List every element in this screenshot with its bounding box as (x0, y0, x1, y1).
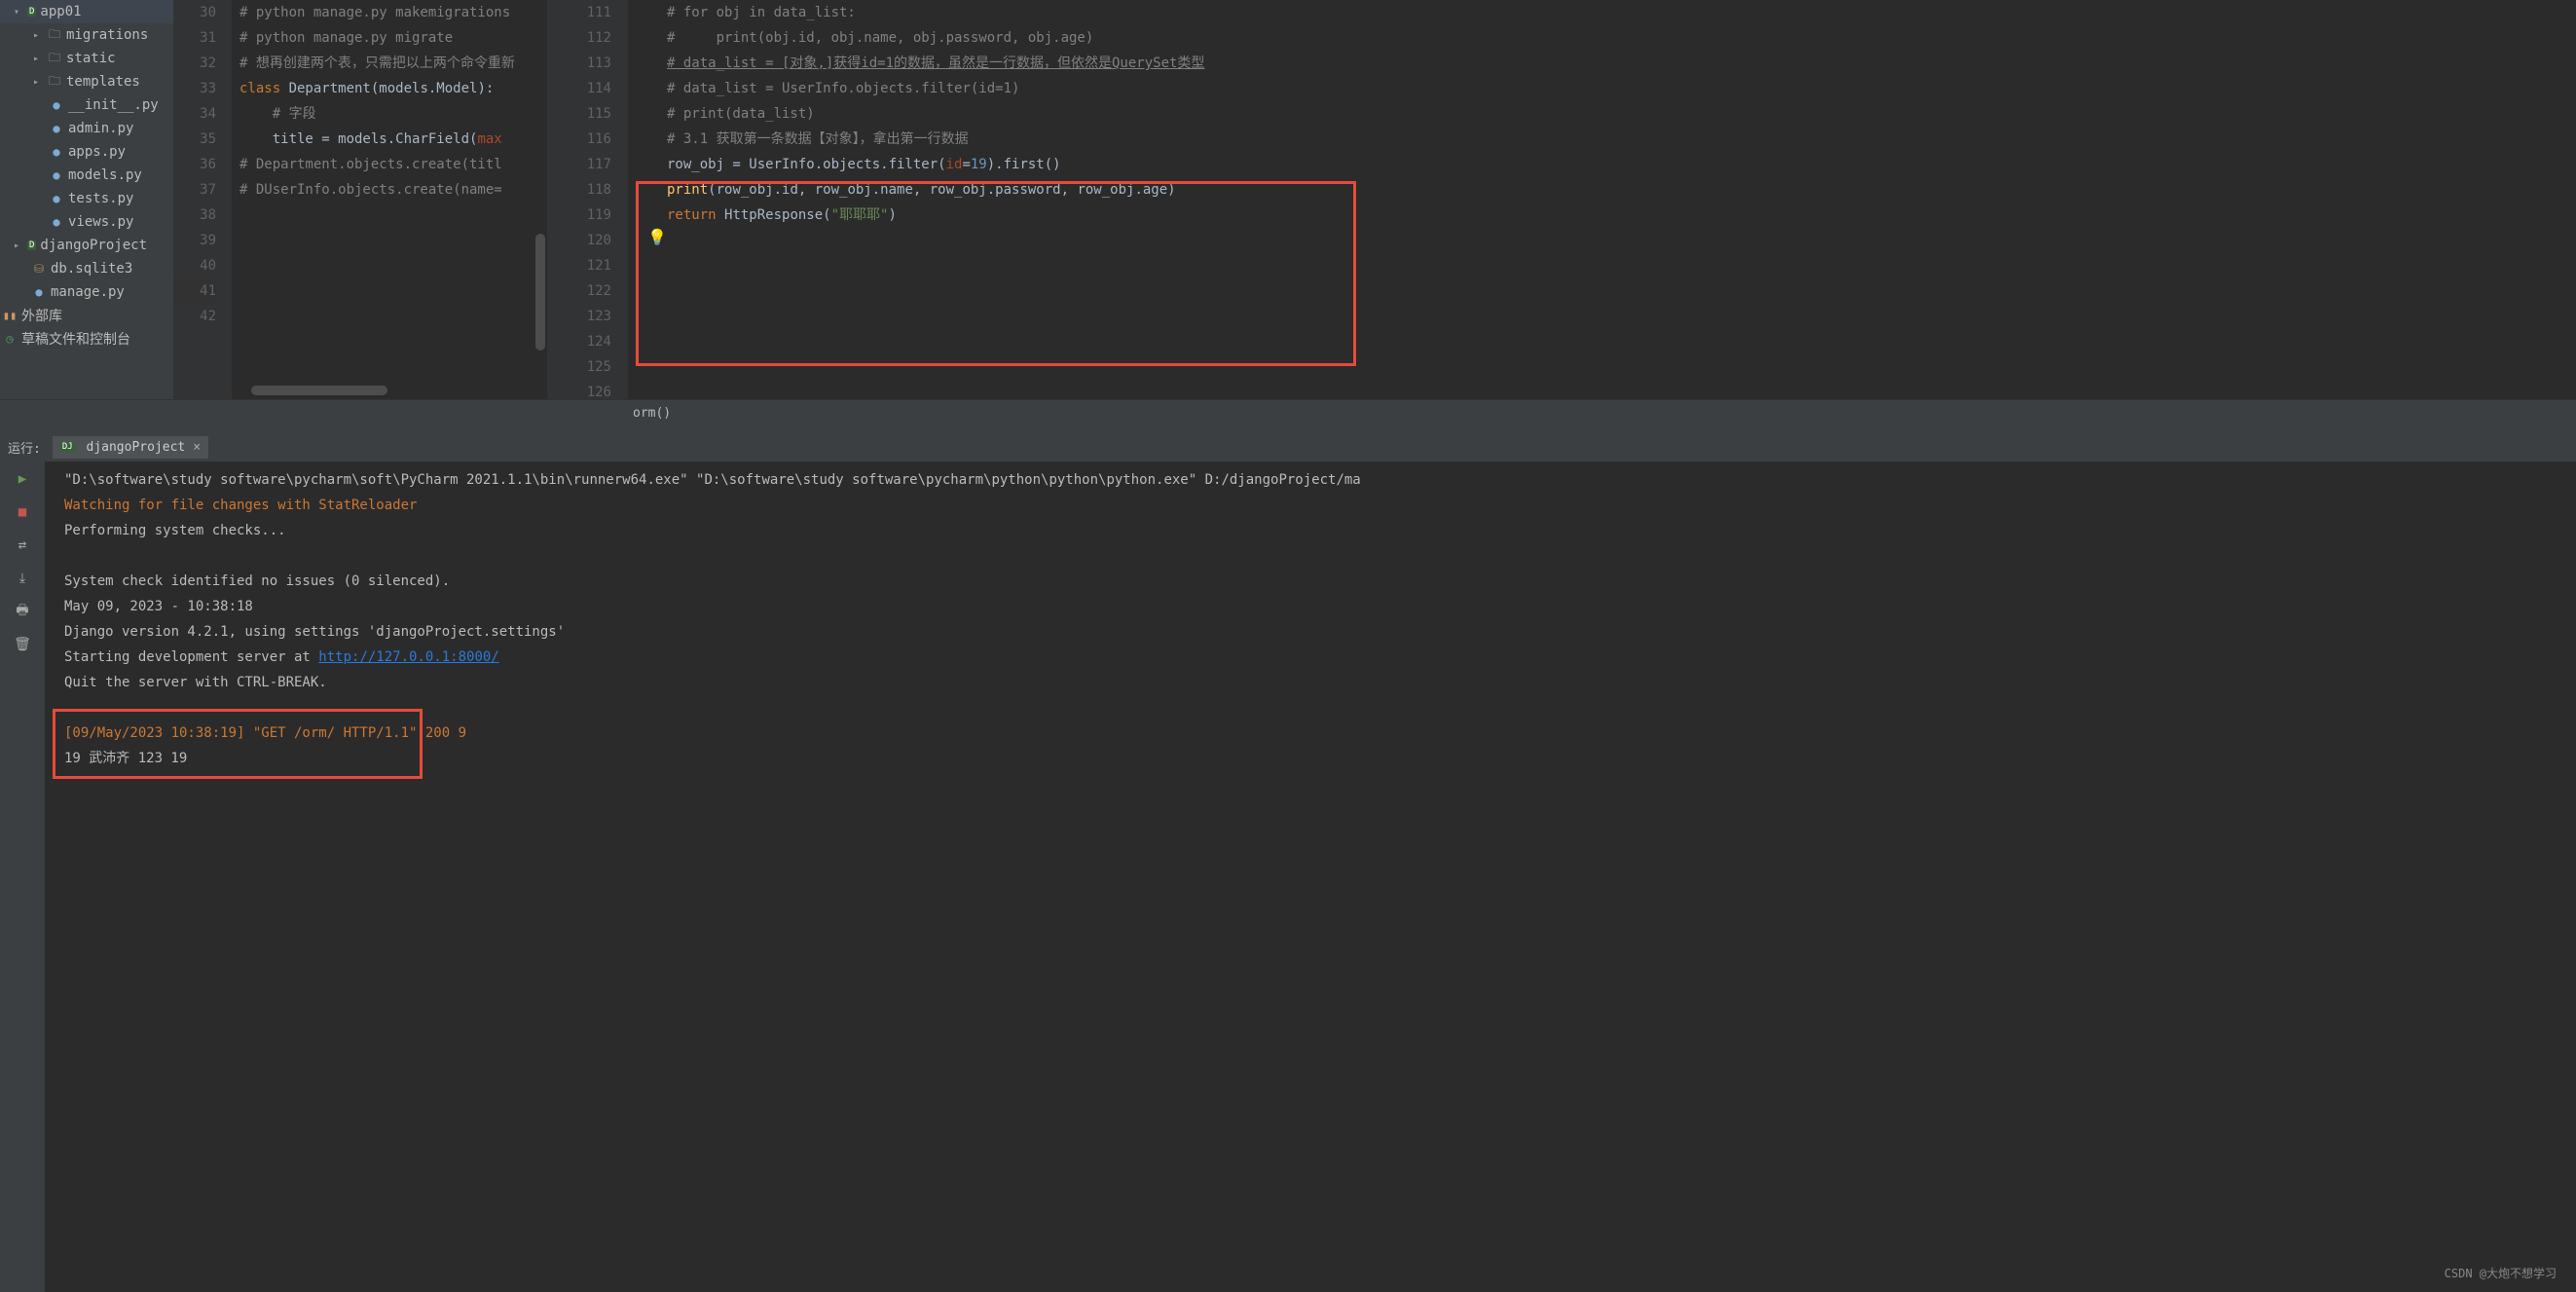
editor-left-pane[interactable]: 30313233343536373839404142 # python mana… (173, 0, 548, 399)
rerun-button[interactable]: ▶ (13, 469, 32, 489)
tree-templates[interactable]: templates (66, 74, 140, 90)
python-file-icon: ● (49, 168, 64, 182)
console-output[interactable]: "D:\software\study software\pycharm\soft… (45, 461, 2576, 1292)
folder-icon: 🗀 (47, 49, 62, 69)
gutter-left: 30313233343536373839404142 (173, 0, 232, 399)
tree-migrations[interactable]: migrations (66, 27, 148, 43)
python-file-icon: ● (49, 215, 64, 229)
folder-icon: 🗀 (47, 72, 62, 92)
run-toolbar: ▶ ■ ⇄ ⤓ 🖶 🗑 (0, 461, 45, 1292)
editor-mid-gutter: 1111121131141151161171181191201211221231… (548, 0, 628, 399)
django-app-icon: DJ (60, 442, 75, 452)
watermark: CSDN @大炮不想学习 (2445, 1261, 2557, 1286)
python-file-icon: ● (49, 192, 64, 205)
gutter-mid: 1111121131141151161171181191201211221231… (548, 0, 627, 399)
python-file-icon: ● (31, 285, 47, 299)
folder-icon: 🗀 (47, 25, 62, 46)
editor-right-pane[interactable]: 💡 # for obj in data_list:# print(obj.id,… (628, 0, 2576, 399)
run-tab-bar: 运行: DJ djangoProject× (0, 432, 2576, 461)
tree-djangoproject[interactable]: djangoProject (40, 238, 147, 253)
server-url-link[interactable]: http://127.0.0.1:8000/ (318, 649, 498, 665)
python-file-icon: ● (49, 145, 64, 159)
library-icon: ▮▮ (2, 309, 18, 322)
tree-apps[interactable]: apps.py (68, 144, 126, 160)
breadcrumb[interactable]: orm() (0, 399, 2576, 426)
tree-db[interactable]: db.sqlite3 (51, 261, 132, 277)
tree-extlib[interactable]: 外部库 (21, 306, 62, 325)
stop-button[interactable]: ■ (13, 502, 32, 522)
scratch-icon: ◷ (2, 332, 18, 346)
django-app-icon: D (27, 240, 36, 250)
clear-button[interactable]: 🗑 (13, 635, 32, 654)
tree-models[interactable]: models.py (68, 167, 142, 183)
python-file-icon: ● (49, 98, 64, 112)
django-app-icon: D (27, 7, 36, 17)
tree-static[interactable]: static (66, 51, 116, 66)
database-icon: ⛁ (31, 262, 47, 276)
tree-views[interactable]: views.py (68, 214, 133, 230)
tree-tests[interactable]: tests.py (68, 191, 133, 206)
python-file-icon: ● (49, 122, 64, 135)
scroll-to-end-button[interactable]: ⤓ (13, 569, 32, 588)
run-label: 运行: (8, 438, 41, 457)
vertical-scrollbar[interactable] (535, 234, 545, 351)
print-button[interactable]: 🖶 (13, 602, 32, 621)
code-left[interactable]: # python manage.py makemigrations# pytho… (232, 0, 547, 399)
run-config-tab[interactable]: DJ djangoProject× (53, 436, 208, 459)
close-icon[interactable]: × (193, 440, 201, 455)
tree-app01[interactable]: app01 (40, 4, 81, 19)
tree-scratch[interactable]: 草稿文件和控制台 (21, 329, 130, 349)
soft-wrap-button[interactable]: ⇄ (13, 535, 32, 555)
annotation-box-code (636, 181, 1356, 366)
tree-init[interactable]: __init__.py (68, 97, 159, 113)
project-tree[interactable]: ▾Dapp01 ▸🗀migrations ▸🗀static ▸🗀template… (0, 0, 173, 399)
tree-admin[interactable]: admin.py (68, 121, 133, 136)
annotation-box-console (53, 709, 423, 779)
horizontal-scrollbar[interactable] (251, 386, 387, 395)
tree-manage[interactable]: manage.py (51, 284, 125, 300)
